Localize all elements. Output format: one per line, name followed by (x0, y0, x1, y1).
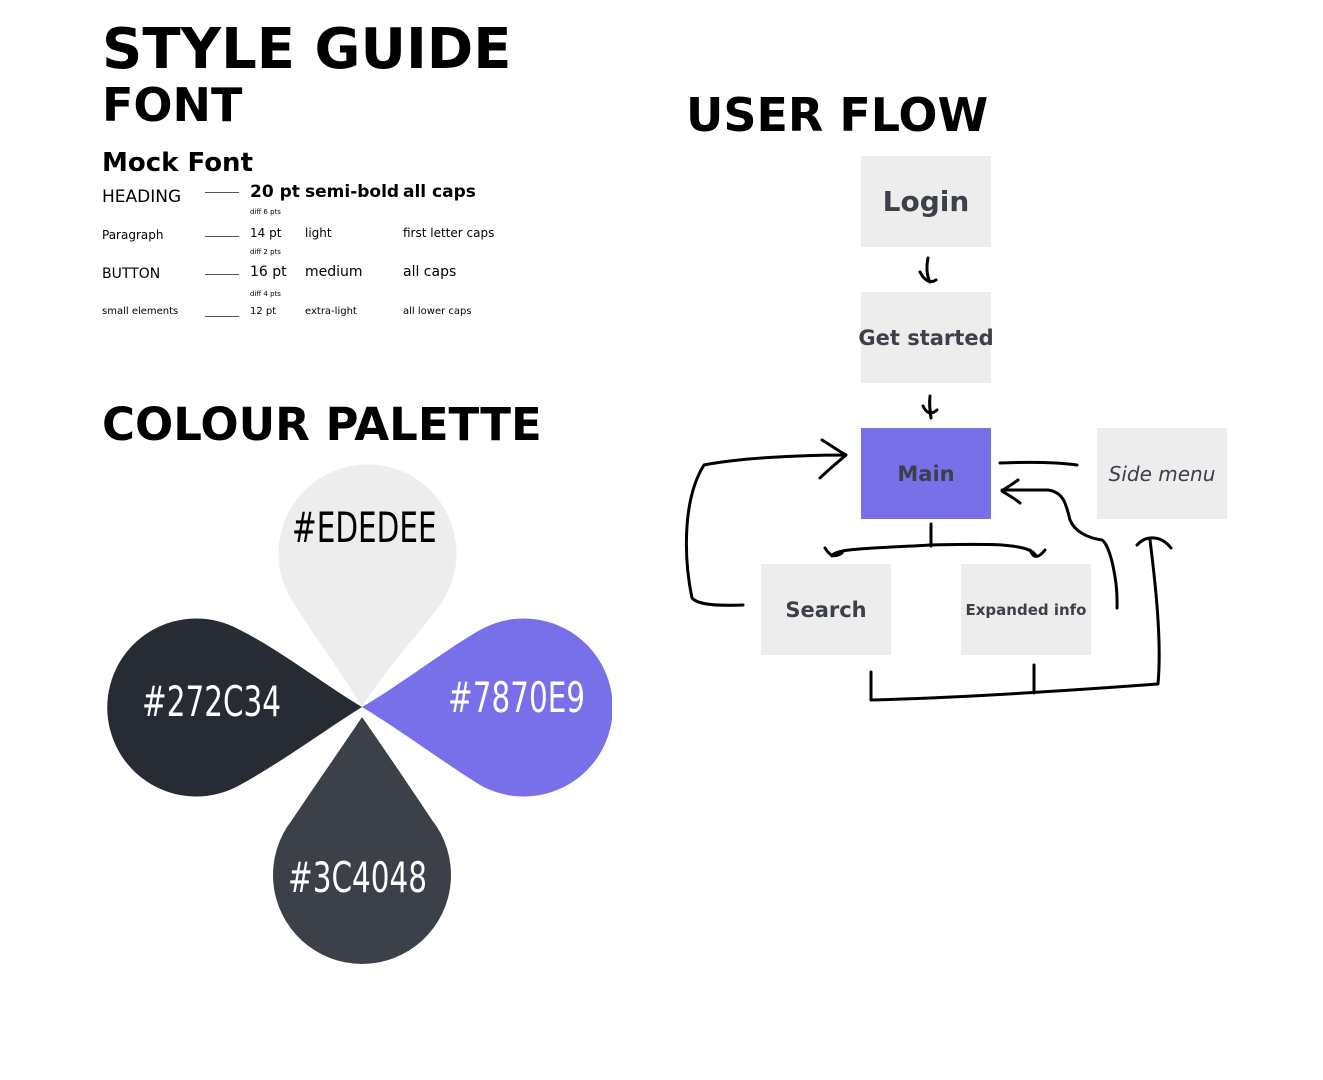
arrow-started-to-main (921, 394, 939, 420)
flow-node-get-started: Get started (858, 292, 994, 383)
flow-node-main: Main (861, 428, 991, 519)
flow-node-login: Login (861, 156, 991, 247)
arrow-main-to-side (998, 460, 1079, 467)
arrow-main-split (823, 522, 1047, 558)
user-flow-diagram: Login Get started Main Side menu Search … (0, 0, 1323, 1080)
flow-arrows (684, 256, 1173, 702)
flow-node-search: Search (761, 564, 891, 655)
flow-node-side-menu: Side menu (1097, 428, 1227, 519)
flow-node-expanded-info: Expanded info (961, 564, 1091, 655)
arrow-login-to-started (918, 256, 938, 284)
